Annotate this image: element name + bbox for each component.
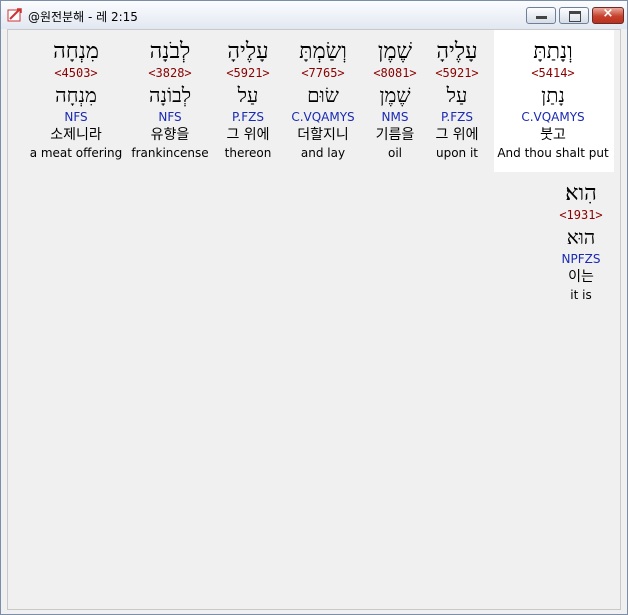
korean-gloss: 이는 — [568, 269, 594, 285]
minimize-icon — [536, 16, 547, 19]
app-icon — [7, 8, 22, 22]
lemma: הוּא — [566, 225, 596, 249]
english-gloss: a meat offering — [29, 146, 123, 160]
english-gloss: it is — [570, 288, 592, 302]
title-bar[interactable]: @원전분해 - 레 2:15 × — [1, 1, 627, 29]
word-column[interactable]: מִנְחָה <4503> מִנְחָה NFS 소제니라 a meat o… — [16, 38, 136, 161]
window-title: @원전분해 - 레 2:15 — [28, 10, 138, 24]
maximize-button[interactable] — [559, 7, 589, 24]
hebrew-word: הִוא׃ — [565, 181, 597, 206]
parsing-code: NFS — [64, 110, 88, 124]
close-icon: × — [602, 6, 614, 21]
app-window: @원전분해 - 레 2:15 × וְנָתַתָּ <5414> נָתַן … — [0, 0, 628, 615]
parsing-code: NPFZS — [561, 252, 601, 266]
word-column[interactable]: הִוא׃ <1931> הוּא NPFZS 이는 it is — [521, 180, 628, 303]
minimize-button[interactable] — [526, 7, 556, 24]
maximize-icon — [569, 11, 581, 22]
strong-number[interactable]: <1931> — [521, 208, 628, 223]
korean-gloss: 소제니라 — [50, 127, 102, 143]
strong-number[interactable]: <4503> — [16, 66, 136, 81]
lemma: מִנְחָה — [55, 83, 97, 107]
hebrew-word: מִנְחָה — [53, 39, 99, 64]
close-button[interactable]: × — [592, 6, 624, 24]
verse-analysis-pane[interactable]: וְנָתַתָּ <5414> נָתַן C.VQAMYS 붓고 And t… — [7, 29, 621, 610]
